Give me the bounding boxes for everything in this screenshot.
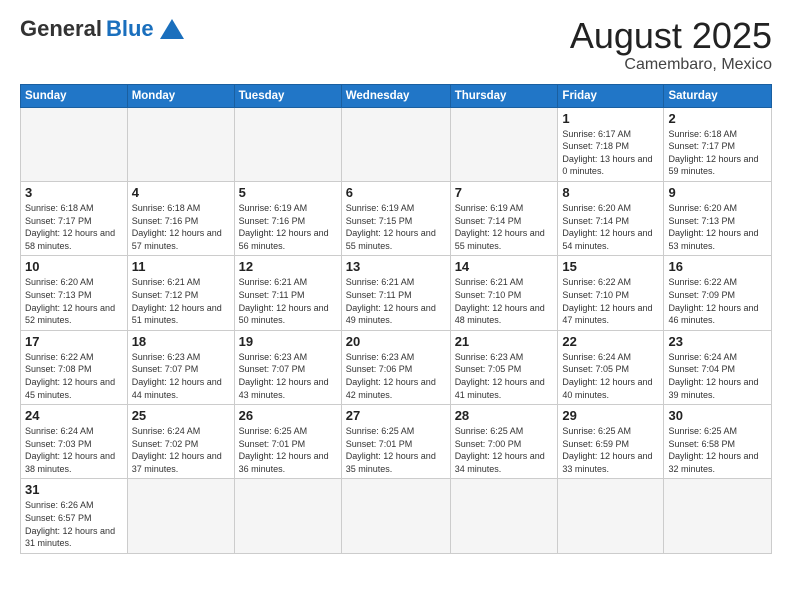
week-row-6: 31 Sunrise: 6:26 AMSunset: 6:57 PMDaylig… <box>21 479 772 553</box>
empty-cell <box>234 107 341 181</box>
header-friday: Friday <box>558 84 664 107</box>
day-12: 12 Sunrise: 6:21 AMSunset: 7:11 PMDaylig… <box>234 256 341 330</box>
title-area: August 2025 Camembaro, Mexico <box>570 16 772 74</box>
empty-cell <box>664 479 772 553</box>
empty-cell <box>127 479 234 553</box>
day-9: 9 Sunrise: 6:20 AMSunset: 7:13 PMDayligh… <box>664 181 772 255</box>
month-title: August 2025 <box>570 16 772 56</box>
day-21: 21 Sunrise: 6:23 AMSunset: 7:05 PMDaylig… <box>450 330 558 404</box>
logo-text-general: General <box>20 16 102 42</box>
header-thursday: Thursday <box>450 84 558 107</box>
empty-cell <box>341 107 450 181</box>
empty-cell <box>558 479 664 553</box>
day-4: 4 Sunrise: 6:18 AMSunset: 7:16 PMDayligh… <box>127 181 234 255</box>
logo-text-blue: Blue <box>106 16 154 42</box>
day-info-1: Sunrise: 6:17 AM Sunset: 7:18 PM Dayligh… <box>562 128 659 178</box>
day-info-2: Sunrise: 6:18 AM Sunset: 7:17 PM Dayligh… <box>668 128 767 178</box>
day-11: 11 Sunrise: 6:21 AMSunset: 7:12 PMDaylig… <box>127 256 234 330</box>
logo-triangle-icon <box>160 19 184 39</box>
day-20: 20 Sunrise: 6:23 AMSunset: 7:06 PMDaylig… <box>341 330 450 404</box>
day-number-2: 2 <box>668 111 767 126</box>
empty-cell <box>450 107 558 181</box>
day-18: 18 Sunrise: 6:23 AMSunset: 7:07 PMDaylig… <box>127 330 234 404</box>
day-2: 2 Sunrise: 6:18 AM Sunset: 7:17 PM Dayli… <box>664 107 772 181</box>
header-wednesday: Wednesday <box>341 84 450 107</box>
day-3: 3 Sunrise: 6:18 AMSunset: 7:17 PMDayligh… <box>21 181 128 255</box>
day-7: 7 Sunrise: 6:19 AMSunset: 7:14 PMDayligh… <box>450 181 558 255</box>
day-17: 17 Sunrise: 6:22 AMSunset: 7:08 PMDaylig… <box>21 330 128 404</box>
logo: General Blue <box>20 16 184 42</box>
day-10: 10 Sunrise: 6:20 AMSunset: 7:13 PMDaylig… <box>21 256 128 330</box>
header: General Blue August 2025 Camembaro, Mexi… <box>20 16 772 74</box>
week-row-5: 24 Sunrise: 6:24 AMSunset: 7:03 PMDaylig… <box>21 405 772 479</box>
day-29: 29 Sunrise: 6:25 AMSunset: 6:59 PMDaylig… <box>558 405 664 479</box>
day-14: 14 Sunrise: 6:21 AMSunset: 7:10 PMDaylig… <box>450 256 558 330</box>
day-15: 15 Sunrise: 6:22 AMSunset: 7:10 PMDaylig… <box>558 256 664 330</box>
day-number-1: 1 <box>562 111 659 126</box>
page: General Blue August 2025 Camembaro, Mexi… <box>0 0 792 612</box>
day-28: 28 Sunrise: 6:25 AMSunset: 7:00 PMDaylig… <box>450 405 558 479</box>
empty-cell <box>341 479 450 553</box>
day-22: 22 Sunrise: 6:24 AMSunset: 7:05 PMDaylig… <box>558 330 664 404</box>
day-19: 19 Sunrise: 6:23 AMSunset: 7:07 PMDaylig… <box>234 330 341 404</box>
day-31: 31 Sunrise: 6:26 AMSunset: 6:57 PMDaylig… <box>21 479 128 553</box>
empty-cell <box>127 107 234 181</box>
location-title: Camembaro, Mexico <box>570 56 772 74</box>
week-row-2: 3 Sunrise: 6:18 AMSunset: 7:17 PMDayligh… <box>21 181 772 255</box>
empty-cell <box>234 479 341 553</box>
week-row-3: 10 Sunrise: 6:20 AMSunset: 7:13 PMDaylig… <box>21 256 772 330</box>
calendar: Sunday Monday Tuesday Wednesday Thursday… <box>20 84 772 554</box>
day-13: 13 Sunrise: 6:21 AMSunset: 7:11 PMDaylig… <box>341 256 450 330</box>
day-27: 27 Sunrise: 6:25 AMSunset: 7:01 PMDaylig… <box>341 405 450 479</box>
day-24: 24 Sunrise: 6:24 AMSunset: 7:03 PMDaylig… <box>21 405 128 479</box>
day-16: 16 Sunrise: 6:22 AMSunset: 7:09 PMDaylig… <box>664 256 772 330</box>
weekday-header-row: Sunday Monday Tuesday Wednesday Thursday… <box>21 84 772 107</box>
day-8: 8 Sunrise: 6:20 AMSunset: 7:14 PMDayligh… <box>558 181 664 255</box>
week-row-4: 17 Sunrise: 6:22 AMSunset: 7:08 PMDaylig… <box>21 330 772 404</box>
header-sunday: Sunday <box>21 84 128 107</box>
empty-cell <box>450 479 558 553</box>
day-26: 26 Sunrise: 6:25 AMSunset: 7:01 PMDaylig… <box>234 405 341 479</box>
header-saturday: Saturday <box>664 84 772 107</box>
day-30: 30 Sunrise: 6:25 AMSunset: 6:58 PMDaylig… <box>664 405 772 479</box>
empty-cell <box>21 107 128 181</box>
header-monday: Monday <box>127 84 234 107</box>
day-25: 25 Sunrise: 6:24 AMSunset: 7:02 PMDaylig… <box>127 405 234 479</box>
week-row-1: 1 Sunrise: 6:17 AM Sunset: 7:18 PM Dayli… <box>21 107 772 181</box>
header-tuesday: Tuesday <box>234 84 341 107</box>
day-5: 5 Sunrise: 6:19 AMSunset: 7:16 PMDayligh… <box>234 181 341 255</box>
logo-area: General Blue <box>20 16 184 42</box>
day-6: 6 Sunrise: 6:19 AMSunset: 7:15 PMDayligh… <box>341 181 450 255</box>
day-23: 23 Sunrise: 6:24 AMSunset: 7:04 PMDaylig… <box>664 330 772 404</box>
day-1: 1 Sunrise: 6:17 AM Sunset: 7:18 PM Dayli… <box>558 107 664 181</box>
